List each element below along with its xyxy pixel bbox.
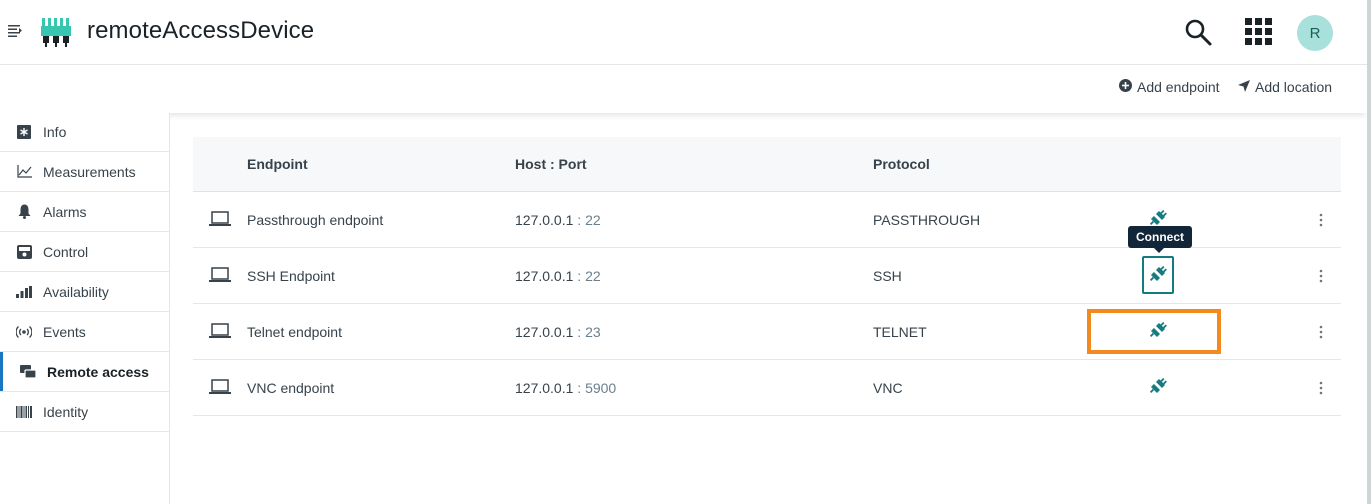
apps-grid-icon[interactable] xyxy=(1245,18,1273,46)
sidebar-item-info[interactable]: Info xyxy=(0,113,169,152)
sidebar-item-label: Identity xyxy=(43,403,89,420)
row-actions-button[interactable] xyxy=(1311,266,1331,286)
chart-icon xyxy=(16,164,32,180)
sidebar: Info Measurements Alarms Control Availab… xyxy=(0,113,170,504)
row-actions-button[interactable] xyxy=(1311,210,1331,230)
host-port-separator: : xyxy=(573,212,586,228)
connect-tooltip: Connect xyxy=(1128,226,1192,253)
plus-circle-icon xyxy=(1119,79,1132,95)
column-header-host-port: Host : Port xyxy=(515,156,587,172)
host-port: 127.0.0.1 : 22 xyxy=(515,268,601,284)
sidebar-item-availability[interactable]: Availability xyxy=(0,272,169,312)
laptop-icon xyxy=(209,211,231,230)
bell-icon xyxy=(16,204,32,220)
page: remoteAccessDevice R Add endpoint Add lo… xyxy=(0,0,1371,504)
protocol: PASSTHROUGH xyxy=(873,212,981,228)
host-port-separator: : xyxy=(573,268,586,284)
protocol: VNC xyxy=(873,380,903,396)
sidebar-item-control[interactable]: Control xyxy=(0,232,169,272)
laptop-icon xyxy=(209,267,231,286)
endpoints-table: Endpoint Host : Port Protocol Passthroug… xyxy=(193,137,1341,416)
sidebar-item-remote-access[interactable]: Remote access xyxy=(0,352,169,392)
sidebar-item-alarms[interactable]: Alarms xyxy=(0,192,169,232)
column-header-protocol: Protocol xyxy=(873,156,930,172)
sidebar-item-label: Control xyxy=(43,243,89,260)
info-icon xyxy=(16,124,32,140)
sidebar-item-events[interactable]: Events xyxy=(0,312,169,352)
sidebar-item-label: Alarms xyxy=(43,203,87,220)
connect-button[interactable] xyxy=(1142,256,1174,294)
row-actions-button[interactable] xyxy=(1311,322,1331,342)
avatar[interactable]: R xyxy=(1297,15,1333,51)
app-header: remoteAccessDevice R xyxy=(0,0,1367,65)
signal-bars-icon xyxy=(16,284,32,300)
host: 127.0.0.1 xyxy=(515,212,574,228)
host: 127.0.0.1 xyxy=(515,268,574,284)
table-header: Endpoint Host : Port Protocol xyxy=(193,137,1341,192)
broadcast-icon xyxy=(16,324,32,340)
host-port-separator: : xyxy=(573,380,586,396)
protocol: SSH xyxy=(873,268,902,284)
plug-icon xyxy=(1149,265,1167,286)
port: 22 xyxy=(585,212,601,228)
host: 127.0.0.1 xyxy=(515,380,574,396)
column-header-endpoint: Endpoint xyxy=(247,156,308,172)
sidebar-item-label: Events xyxy=(43,323,86,340)
sidebar-item-identity[interactable]: Identity xyxy=(0,392,169,432)
protocol: TELNET xyxy=(873,324,927,340)
host-port-separator: : xyxy=(573,324,586,340)
add-endpoint-button[interactable]: Add endpoint xyxy=(1119,79,1220,95)
remote-access-icon xyxy=(20,364,36,380)
highlight-annotation-box xyxy=(1087,309,1221,354)
table-row: VNC endpoint 127.0.0.1 : 5900 VNC xyxy=(193,360,1341,416)
host: 127.0.0.1 xyxy=(515,324,574,340)
plug-icon xyxy=(1149,377,1167,398)
window-edge xyxy=(1367,0,1371,504)
location-arrow-icon xyxy=(1238,79,1250,95)
page-title: remoteAccessDevice xyxy=(87,17,315,44)
add-location-button[interactable]: Add location xyxy=(1238,79,1332,95)
host-port: 127.0.0.1 : 5900 xyxy=(515,380,616,396)
add-location-label: Add location xyxy=(1255,79,1333,95)
control-icon xyxy=(16,244,32,260)
barcode-icon xyxy=(16,404,32,420)
sidebar-item-label: Measurements xyxy=(43,163,136,180)
add-endpoint-label: Add endpoint xyxy=(1137,79,1220,95)
sidebar-item-measurements[interactable]: Measurements xyxy=(0,152,169,192)
endpoint-name: Telnet endpoint xyxy=(247,324,342,340)
host-port: 127.0.0.1 : 23 xyxy=(515,324,601,340)
table-row: SSH Endpoint 127.0.0.1 : 22 SSH xyxy=(193,248,1341,304)
device-icon xyxy=(40,16,74,48)
port: 5900 xyxy=(585,380,617,396)
sidebar-item-label: Availability xyxy=(43,283,109,300)
endpoint-name: VNC endpoint xyxy=(247,380,335,396)
menu-icon[interactable] xyxy=(8,24,22,38)
port: 22 xyxy=(585,268,601,284)
action-bar: Add endpoint Add location xyxy=(0,65,1367,113)
row-actions-button[interactable] xyxy=(1311,378,1331,398)
endpoint-name: Passthrough endpoint xyxy=(247,212,384,228)
port: 23 xyxy=(585,324,601,340)
endpoint-name: SSH Endpoint xyxy=(247,268,335,284)
sidebar-item-label: Info xyxy=(43,124,67,140)
connect-button[interactable] xyxy=(1142,368,1174,406)
host-port: 127.0.0.1 : 22 xyxy=(515,212,601,228)
search-icon[interactable] xyxy=(1183,17,1213,47)
laptop-icon xyxy=(209,379,231,398)
laptop-icon xyxy=(209,323,231,342)
sidebar-item-label: Remote access xyxy=(47,363,149,380)
